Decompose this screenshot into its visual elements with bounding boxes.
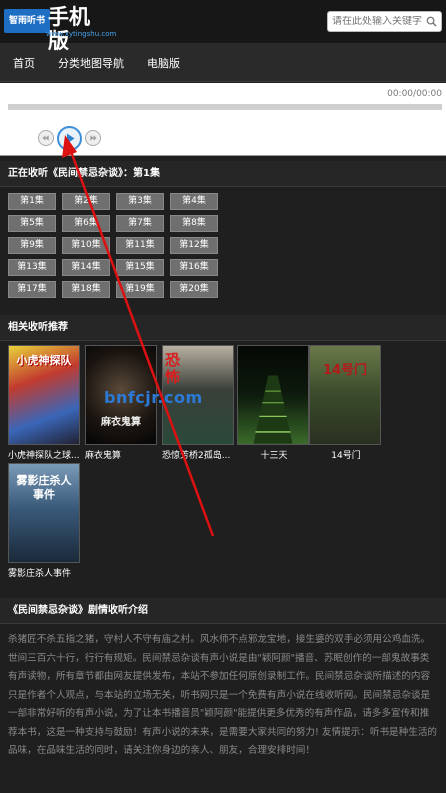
cover-title: 恐怖 — [165, 351, 181, 386]
episode-grid: 第1集 第2集 第3集 第4集 第5集 第6集 第7集 第8集 第9集 第10集… — [0, 187, 446, 298]
logo-badge: 智雨听书 — [4, 9, 50, 33]
episode-button[interactable]: 第7集 — [116, 215, 164, 232]
episode-button[interactable]: 第20集 — [170, 281, 218, 298]
play-button[interactable] — [57, 126, 82, 151]
next-button[interactable] — [85, 130, 101, 146]
cover-title: 小虎神探队 — [16, 354, 72, 367]
book-item[interactable]: 十三天 — [237, 345, 309, 461]
intro-text: 杀猪匠不杀五指之猪，守村人不守有庙之村。风水师不点邪龙宝地，接生婆的双手必须用公… — [8, 634, 438, 756]
search-icon[interactable] — [426, 16, 437, 27]
nav-category-map[interactable]: 分类地图导航 — [58, 55, 124, 71]
nav-home[interactable]: 首页 — [13, 55, 35, 71]
episode-button[interactable]: 第13集 — [8, 259, 56, 276]
play-icon — [67, 133, 75, 144]
episode-button[interactable]: 第12集 — [170, 237, 218, 254]
episode-button[interactable]: 第17集 — [8, 281, 56, 298]
search-input[interactable] — [332, 16, 428, 27]
episode-button[interactable]: 第4集 — [170, 193, 218, 210]
next-icon — [90, 135, 97, 141]
watermark-text: bnfcjr.com — [104, 388, 203, 407]
episode-button[interactable]: 第9集 — [8, 237, 56, 254]
book-item[interactable]: 小虎神探队 小虎神探队之球... — [8, 345, 80, 461]
search-box — [327, 11, 442, 32]
book-cover[interactable]: 小虎神探队 — [8, 345, 80, 445]
episode-button[interactable]: 第11集 — [116, 237, 164, 254]
episode-button[interactable]: 第15集 — [116, 259, 164, 276]
site-logo[interactable]: 智雨听书 手机版 www.xytingshu.com — [4, 5, 116, 53]
related-section: 相关收听推荐 小虎神探队 小虎神探队之球... 麻衣鬼算 麻衣鬼算 恐怖 恐惊芳… — [0, 315, 446, 587]
progress-bar[interactable] — [8, 104, 442, 110]
book-title[interactable]: 十三天 — [237, 448, 311, 461]
nav-desktop-version[interactable]: 电脑版 — [147, 55, 180, 71]
episode-button[interactable]: 第8集 — [170, 215, 218, 232]
logo-url: www.xytingshu.com — [46, 30, 117, 38]
episode-button[interactable]: 第16集 — [170, 259, 218, 276]
episode-button[interactable]: 第3集 — [116, 193, 164, 210]
episode-button[interactable]: 第6集 — [62, 215, 110, 232]
episode-button[interactable]: 第14集 — [62, 259, 110, 276]
book-title[interactable]: 小虎神探队之球... — [8, 448, 82, 461]
episode-button[interactable]: 第18集 — [62, 281, 110, 298]
cover-title: 雾影庄杀人事件 — [16, 474, 72, 501]
related-section-title: 相关收听推荐 — [0, 315, 446, 341]
player-time: 00:00/00:00 — [387, 89, 442, 99]
previous-icon — [42, 135, 49, 141]
book-title[interactable]: 14号门 — [309, 448, 383, 461]
audio-player: 00:00/00:00 — [0, 83, 446, 156]
book-cover[interactable] — [237, 345, 309, 445]
episode-button[interactable]: 第1集 — [8, 193, 56, 210]
book-item[interactable]: 雾影庄杀人事件 雾影庄杀人事件 — [8, 463, 80, 579]
cover-title: 麻衣鬼算 — [101, 417, 141, 428]
book-cover[interactable]: 雾影庄杀人事件 — [8, 463, 80, 563]
book-title[interactable]: 麻衣鬼算 — [85, 448, 159, 461]
book-title[interactable]: 雾影庄杀人事件 — [8, 566, 82, 579]
book-cover[interactable]: 14号门 — [309, 345, 381, 445]
site-header: 智雨听书 手机版 www.xytingshu.com — [0, 0, 446, 53]
intro-section: 《民间禁忌杂谈》剧情收听介绍 杀猪匠不杀五指之猪，守村人不守有庙之村。风水师不点… — [0, 598, 446, 793]
corridor-art — [253, 375, 293, 444]
previous-button[interactable] — [38, 130, 54, 146]
book-title[interactable]: 恐惊芳桥2孤岛... — [162, 448, 236, 461]
episode-button[interactable]: 第19集 — [116, 281, 164, 298]
episode-section: 正在收听《民间禁忌杂谈》：第1集 第1集 第2集 第3集 第4集 第5集 第6集… — [0, 161, 446, 303]
episode-button[interactable]: 第2集 — [62, 193, 110, 210]
episode-button[interactable]: 第5集 — [8, 215, 56, 232]
intro-section-title: 《民间禁忌杂谈》剧情收听介绍 — [0, 598, 446, 624]
episode-section-title: 正在收听《民间禁忌杂谈》：第1集 — [0, 161, 446, 187]
book-item[interactable]: 14号门 14号门 — [309, 345, 381, 461]
cover-title: 14号门 — [322, 363, 368, 378]
episode-button[interactable]: 第10集 — [62, 237, 110, 254]
